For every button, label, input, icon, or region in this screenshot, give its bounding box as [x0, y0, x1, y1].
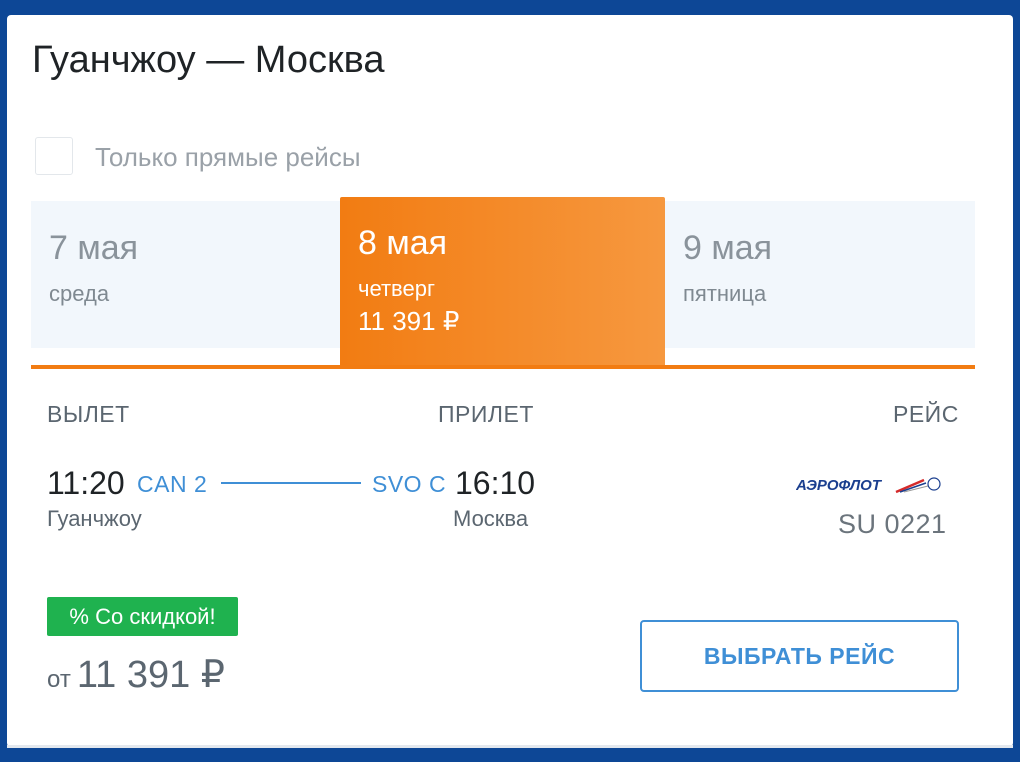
route-title: Гуанчжоу — Москва: [32, 39, 385, 81]
date-tab-day: среда: [49, 281, 110, 306]
route-line: [221, 482, 361, 484]
date-tab-price: 11 391 ₽: [358, 306, 460, 336]
departure-airport-code: CAN 2: [137, 471, 208, 497]
date-tab-date: 7 мая: [49, 229, 139, 267]
departure-city: Гуанчжоу: [47, 506, 142, 531]
price-prefix: от: [47, 666, 71, 693]
aeroflot-logo: АЭРОФЛОТ: [796, 477, 941, 494]
price-value: 11 391 ₽: [76, 654, 225, 696]
departure-time: 11:20: [47, 465, 125, 501]
arrival-header: ПРИЛЕТ: [438, 401, 534, 427]
departure-header: ВЫЛЕТ: [47, 401, 130, 427]
tabs-underline: [31, 365, 975, 369]
card-bottom-divider: [7, 745, 1013, 748]
date-tab-day: пятница: [683, 281, 767, 306]
arrival-time: 16:10: [455, 465, 536, 501]
price-row: от 11 391 ₽: [47, 652, 225, 697]
date-tab-0[interactable]: 7 мая среда: [31, 201, 340, 348]
arrival-city: Москва: [453, 506, 529, 531]
date-tab-date: 9 мая: [683, 229, 773, 267]
flight-header: РЕЙС: [893, 401, 959, 427]
date-tab-1-active[interactable]: 8 мая четверг 11 391 ₽: [340, 197, 665, 367]
date-tab-date: 8 мая: [358, 224, 448, 262]
flight-number: SU 0221: [838, 509, 947, 539]
discount-badge: % Со скидкой!: [47, 597, 238, 636]
date-tab-day: четверг: [358, 276, 435, 301]
direct-flights-checkbox[interactable]: [35, 137, 73, 175]
svg-text:АЭРОФЛОТ: АЭРОФЛОТ: [796, 477, 883, 494]
select-flight-button[interactable]: ВЫБРАТЬ РЕЙС: [640, 620, 959, 692]
date-tab-2[interactable]: 9 мая пятница: [665, 201, 975, 348]
direct-flights-label[interactable]: Только прямые рейсы: [95, 141, 361, 173]
arrival-airport-code: SVO C: [372, 471, 447, 497]
